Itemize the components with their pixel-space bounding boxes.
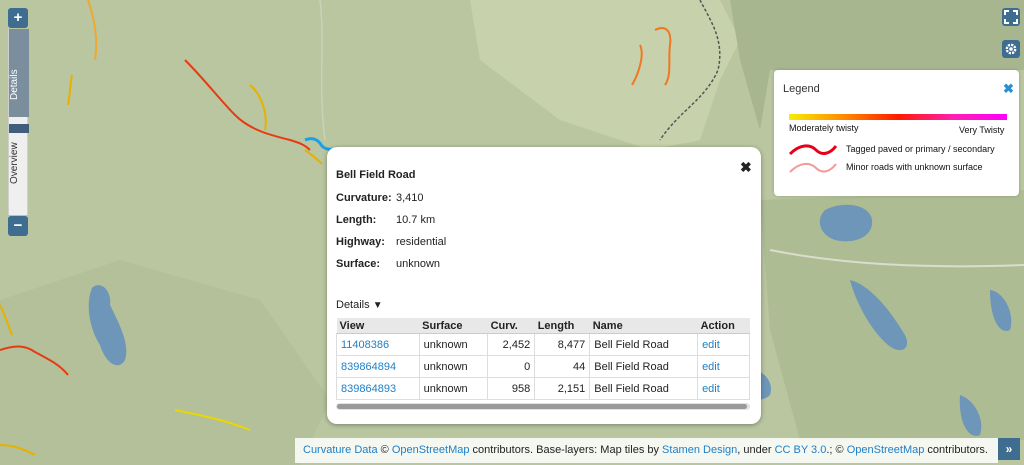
lake xyxy=(819,204,873,242)
details-toggle[interactable]: Details ▼ xyxy=(336,299,383,311)
edit-link[interactable]: edit xyxy=(697,377,750,400)
stamen-link[interactable]: Stamen Design xyxy=(662,444,737,456)
zoom-overview-label[interactable]: Overview xyxy=(9,128,27,198)
attribution-text: .; © xyxy=(826,444,847,456)
table-horizontal-scrollbar[interactable] xyxy=(336,403,750,410)
table-row: 839864894 unknown 0 44 Bell Field Road e… xyxy=(336,355,750,378)
road-name: Bell Field Road xyxy=(336,169,416,181)
road-info-popup: ✖ Bell Field Road Curvature: 3,410 Lengt… xyxy=(327,147,761,424)
legend-title: Legend xyxy=(783,83,820,95)
surface-cell: unknown xyxy=(418,355,489,378)
zoom-in-button[interactable]: + xyxy=(8,8,28,28)
highway-value: residential xyxy=(396,236,447,248)
details-label: Details xyxy=(336,299,370,311)
popup-close-button[interactable]: ✖ xyxy=(740,159,752,176)
way-id-link[interactable]: 11408386 xyxy=(336,333,420,356)
col-length: Length xyxy=(534,318,590,334)
attribution-text: © xyxy=(377,444,392,456)
table-row: 11408386 unknown 2,452 8,477 Bell Field … xyxy=(336,333,750,356)
terrain-area xyxy=(760,190,1024,440)
col-name: Name xyxy=(589,318,698,334)
zoom-details-label[interactable]: Details xyxy=(9,60,27,110)
attribution-text: contributors. Base-layers: Map tiles by xyxy=(469,444,663,456)
legend-unknown-label: Minor roads with unknown surface xyxy=(846,162,983,172)
curvature-key: Curvature: xyxy=(336,192,392,204)
curvature-value: 3,410 xyxy=(396,192,424,204)
attribution-bar: Curvature Data © OpenStreetMap contribut… xyxy=(295,438,998,463)
attribution-text: , under xyxy=(737,444,775,456)
curv-cell: 0 xyxy=(487,355,536,378)
length-key: Length: xyxy=(336,214,377,226)
table-header-row: View Surface Curv. Length Name Action xyxy=(336,318,750,334)
curv-cell: 2,452 xyxy=(487,333,536,356)
highway-key: Highway: xyxy=(336,236,385,248)
legend-low-label: Moderately twisty xyxy=(789,123,859,133)
attribution-toggle-button[interactable]: » xyxy=(998,438,1020,460)
zoom-bar: + Details Overview − xyxy=(8,8,29,236)
curvature-gradient-bar xyxy=(789,114,1007,120)
zoom-out-button[interactable]: − xyxy=(8,216,28,236)
fullscreen-icon xyxy=(1004,10,1018,24)
attribution-text: contributors. xyxy=(924,444,988,456)
col-surface: Surface xyxy=(419,318,488,334)
surface-value: unknown xyxy=(396,258,441,270)
legend-paved-label: Tagged paved or primary / secondary xyxy=(846,144,995,154)
unknown-road-swatch xyxy=(789,162,837,173)
fullscreen-button[interactable] xyxy=(1002,8,1020,26)
col-curv: Curv. xyxy=(487,318,535,334)
edit-link[interactable]: edit xyxy=(697,333,750,356)
col-action: Action xyxy=(697,318,750,334)
edit-link[interactable]: edit xyxy=(697,355,750,378)
length-cell: 8,477 xyxy=(534,333,591,356)
col-view: View xyxy=(336,318,420,334)
curv-cell: 958 xyxy=(487,377,536,400)
length-value: 10.7 km xyxy=(396,214,436,226)
triangle-down-icon: ▼ xyxy=(372,300,383,311)
close-icon[interactable]: ✖ xyxy=(1003,81,1014,97)
curvature-data-link[interactable]: Curvature Data xyxy=(303,444,378,456)
osm-link[interactable]: OpenStreetMap xyxy=(392,444,470,456)
surface-key: Surface: xyxy=(336,258,381,270)
license-link[interactable]: CC BY 3.0 xyxy=(775,444,827,456)
paved-road-swatch xyxy=(788,144,838,156)
scrollbar-thumb[interactable] xyxy=(337,404,747,409)
length-cell: 2,151 xyxy=(534,377,591,400)
settings-button[interactable] xyxy=(1002,40,1020,58)
legend-high-label: Very Twisty xyxy=(959,125,1005,135)
way-id-link[interactable]: 839864893 xyxy=(336,377,420,400)
segments-table: View Surface Curv. Length Name Action 11… xyxy=(336,318,750,400)
legend-panel: Legend ✖ Moderately twisty Very Twisty T… xyxy=(774,70,1019,196)
name-cell: Bell Field Road xyxy=(589,355,699,378)
way-id-link[interactable]: 839864894 xyxy=(336,355,420,378)
table-row: 839864893 unknown 958 2,151 Bell Field R… xyxy=(336,377,750,400)
name-cell: Bell Field Road xyxy=(589,333,699,356)
osm-link[interactable]: OpenStreetMap xyxy=(847,444,925,456)
gear-icon xyxy=(1005,43,1017,55)
length-cell: 44 xyxy=(534,355,591,378)
surface-cell: unknown xyxy=(418,377,489,400)
surface-cell: unknown xyxy=(418,333,489,356)
name-cell: Bell Field Road xyxy=(589,377,699,400)
